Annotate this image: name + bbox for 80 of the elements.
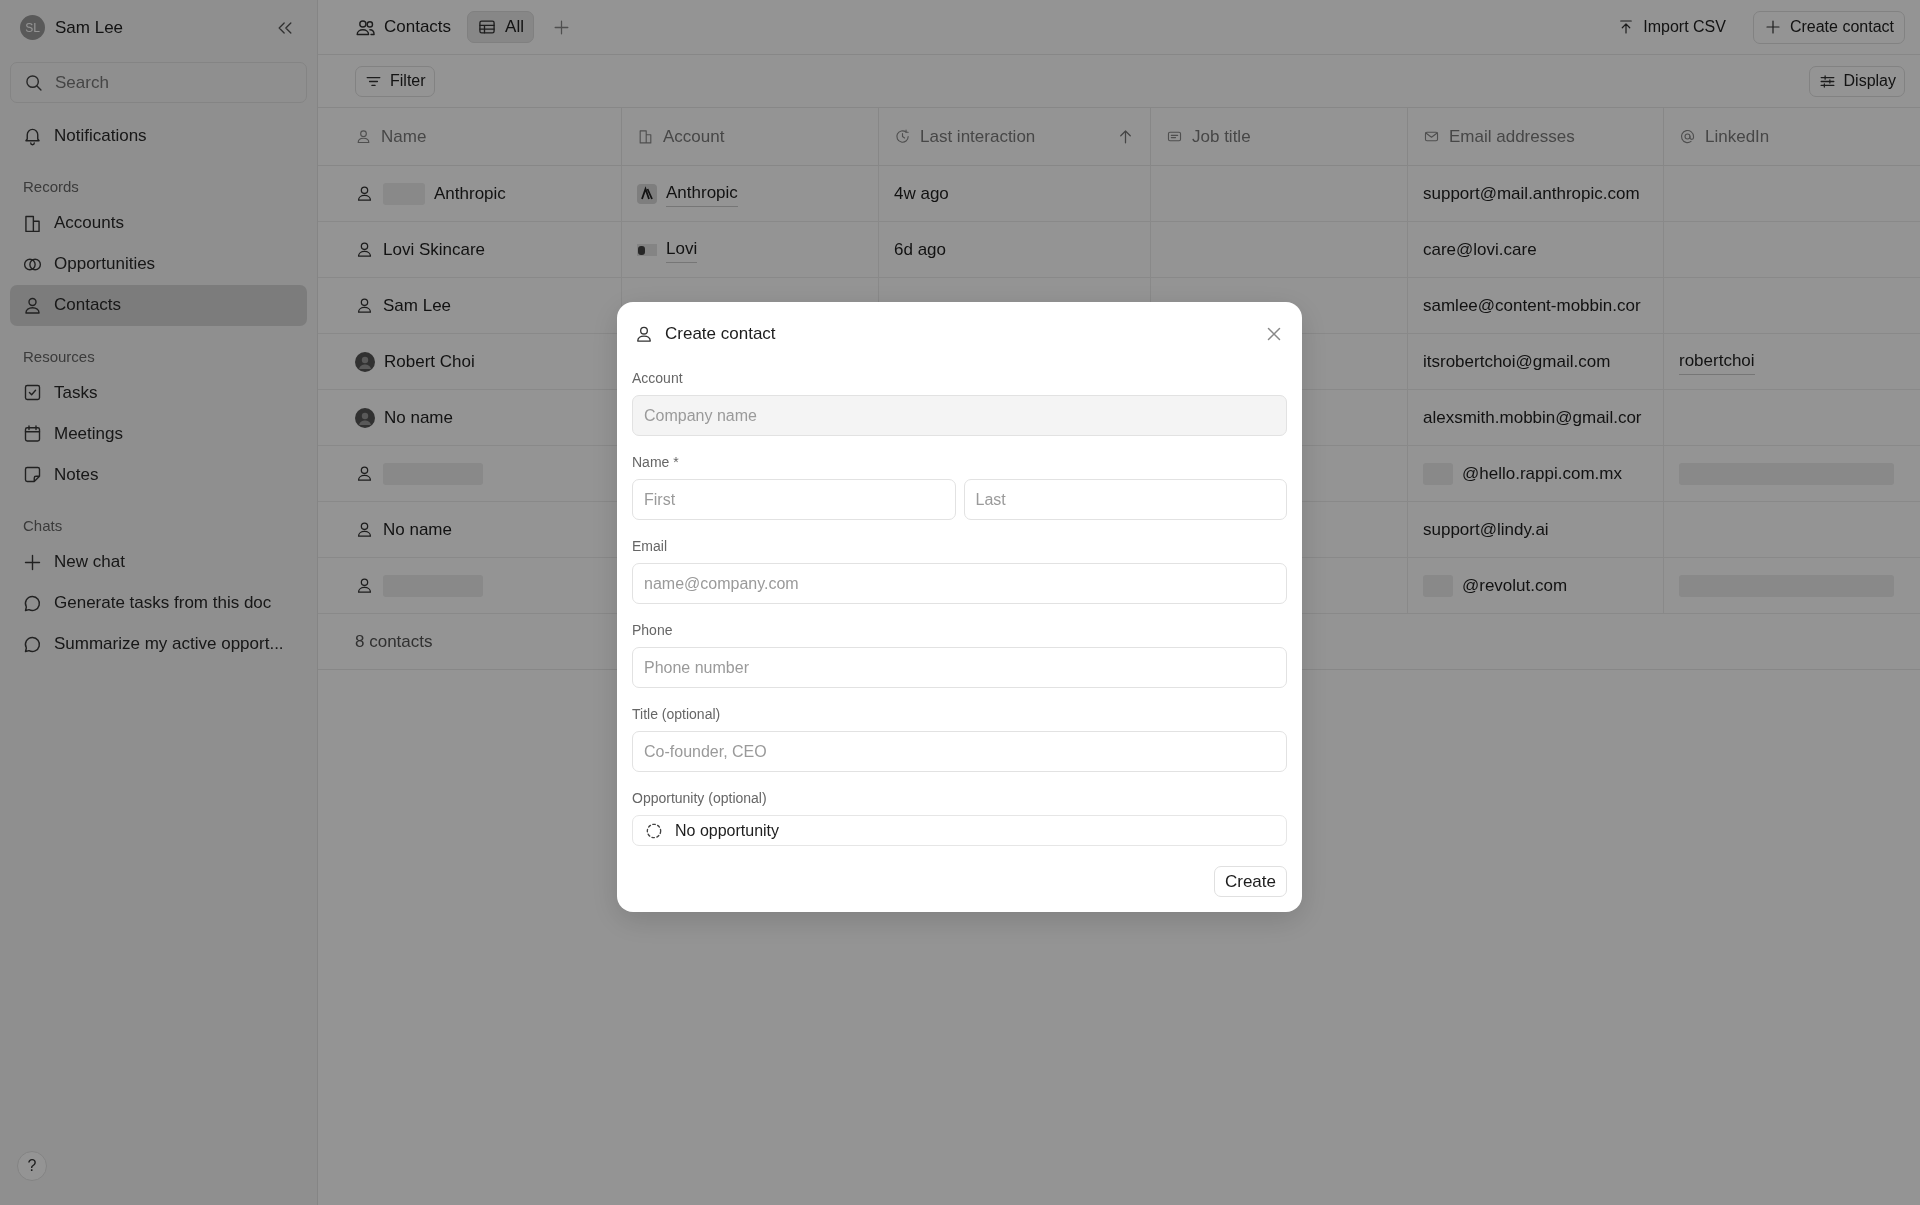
at-sign-icon: [1679, 128, 1696, 145]
email-address: itsrobertchoi@gmail.com: [1423, 350, 1611, 373]
filter-button[interactable]: Filter: [355, 65, 435, 97]
person-icon: [355, 296, 374, 315]
column-header[interactable]: Name: [318, 108, 622, 166]
field-label: Opportunity (optional): [632, 789, 768, 808]
sidebar-item[interactable]: Notifications: [10, 115, 307, 156]
person-icon: [355, 184, 374, 203]
section-title: Resources: [22, 346, 96, 367]
section-title: Chats: [22, 516, 64, 536]
person-icon: [634, 324, 654, 344]
account-link[interactable]: Lovi: [666, 236, 698, 263]
last-interaction: 6d ago: [894, 238, 946, 261]
input-field[interactable]: Phone number: [632, 647, 1287, 688]
contact-name: Anthropic: [434, 182, 506, 205]
opportunity-select[interactable]: No opportunity: [632, 815, 1287, 846]
email-address: samlee@content-mobbin.cor: [1423, 294, 1641, 317]
input-field[interactable]: name@company.com: [632, 563, 1287, 604]
input-field[interactable]: Co-founder, CEO: [632, 731, 1287, 772]
contact-name: No name: [383, 518, 452, 541]
column-header[interactable]: Account: [622, 108, 879, 166]
sidebar-item[interactable]: Contacts: [10, 284, 307, 326]
section-title: Records: [22, 177, 80, 197]
checkbox-icon: [22, 382, 43, 403]
logo-icon: [637, 243, 657, 256]
field-label: Name *: [632, 453, 680, 472]
input-field[interactable]: First: [632, 479, 956, 520]
sidebar-item[interactable]: Opportunities: [10, 243, 307, 285]
email-address: @revolut.com: [1462, 574, 1568, 597]
building-icon: [637, 128, 654, 145]
user-name: Sam Lee: [55, 16, 124, 39]
field-label: Phone: [632, 621, 674, 640]
dialog-title: Create contact: [665, 323, 776, 346]
field-label: Email: [632, 537, 668, 556]
sidebar-item[interactable]: Summarize my active opport...: [10, 623, 307, 665]
avatar-icon: [355, 351, 375, 372]
logo-icon: [637, 183, 657, 204]
create-button[interactable]: Create: [1213, 866, 1287, 897]
search-field[interactable]: Search: [10, 62, 307, 103]
avatar-icon: [355, 407, 375, 428]
email-address: @hello.rappi.com.mx: [1462, 462, 1622, 485]
help-button[interactable]: ?: [17, 1151, 47, 1181]
person-icon: [355, 576, 374, 595]
sidebar-item[interactable]: New chat: [10, 541, 307, 583]
input-field[interactable]: Last: [963, 479, 1287, 520]
create-contact-button[interactable]: Create contact: [1752, 10, 1905, 44]
sidebar-item[interactable]: Meetings: [10, 413, 307, 454]
column-header[interactable]: Email addresses: [1408, 108, 1664, 166]
sidebar-item[interactable]: Accounts: [10, 202, 307, 244]
column-header[interactable]: Last interaction: [879, 108, 1151, 166]
email-address: support@lindy.ai: [1423, 518, 1549, 541]
email-address: care@lovi.care: [1423, 238, 1537, 261]
account-link[interactable]: Anthropic: [666, 180, 738, 207]
calendar-icon: [22, 423, 43, 444]
last-interaction: 4w ago: [894, 182, 949, 205]
field-label: Title (optional): [632, 705, 722, 724]
email-address: alexsmith.mobbin@gmail.cor: [1423, 406, 1642, 429]
field-label: Account: [632, 369, 684, 388]
person-icon: [355, 128, 372, 145]
email-address: support@mail.anthropic.com: [1423, 182, 1640, 205]
linkedin-handle[interactable]: robertchoi: [1679, 348, 1755, 375]
person-icon: [355, 240, 374, 259]
display-button[interactable]: Display: [1808, 65, 1905, 97]
sidebar-item[interactable]: Generate tasks from this doc: [10, 582, 307, 624]
view-tab[interactable]: All: [467, 11, 534, 43]
contact-name: Lovi Skincare: [383, 238, 486, 261]
contact-name: Robert Choi: [384, 350, 475, 373]
search-placeholder: Search: [55, 71, 109, 94]
sidebar-item[interactable]: Tasks: [10, 372, 307, 413]
person-icon: [355, 464, 374, 483]
person-icon: [355, 520, 374, 539]
search-icon: [23, 72, 44, 93]
contact-name: Sam Lee: [383, 294, 452, 317]
clock-icon: [894, 128, 911, 145]
column-header[interactable]: Job title: [1151, 108, 1408, 166]
contact-name: No name: [384, 406, 453, 429]
row-count: 8 contacts: [355, 630, 433, 653]
note-icon: [22, 464, 43, 485]
page-title: Contacts: [384, 16, 452, 39]
sidebar-item[interactable]: Notes: [10, 454, 307, 495]
